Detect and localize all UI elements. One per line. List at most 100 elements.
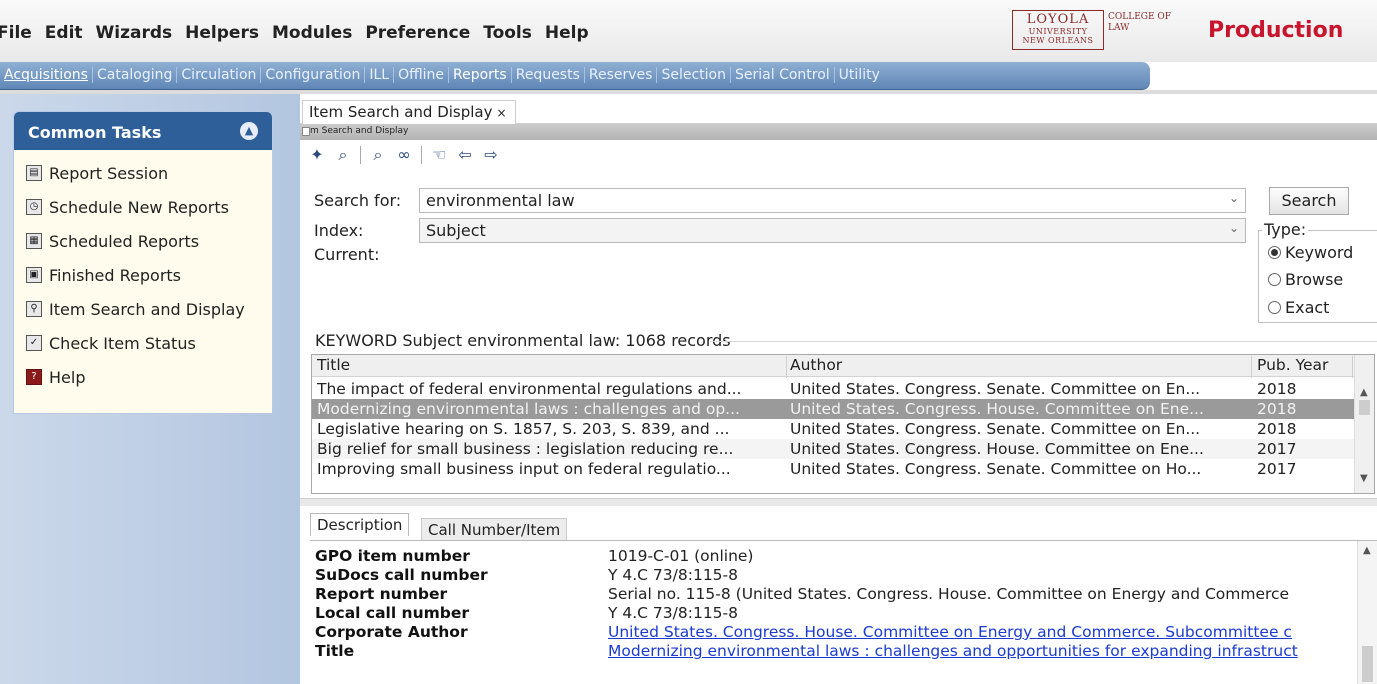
task-label: Check Item Status <box>49 333 196 353</box>
binoculars-add-icon[interactable]: ✦ <box>306 144 328 166</box>
detail-key: SuDocs call number <box>315 566 488 584</box>
task-label: Help <box>49 367 86 387</box>
detail-row: GPO item number 1019-C-01 (online) <box>315 547 1350 566</box>
task-label: Scheduled Reports <box>49 231 200 251</box>
task-label: Finished Reports <box>49 265 182 285</box>
menu-file[interactable]: File <box>0 23 32 43</box>
tab-call-number-item[interactable]: Call Number/Item <box>421 518 568 541</box>
glasses-icon[interactable]: ∞ <box>393 144 415 166</box>
cell-author: United States. Congress. Senate. Committ… <box>790 460 1202 478</box>
binoculars-icon[interactable]: ⌕ <box>332 144 354 166</box>
index-select-value: Subject <box>426 221 486 240</box>
detail-key: Title <box>315 642 355 660</box>
scroll-thumb[interactable] <box>1359 400 1370 415</box>
module-selection[interactable]: Selection <box>657 67 731 83</box>
environment-label: Production <box>1208 18 1344 43</box>
type-exact-radio[interactable]: Exact <box>1268 298 1329 317</box>
forward-arrow-icon[interactable]: ⇨ <box>480 144 502 166</box>
task-check-item-status[interactable]: ✓ Check Item Status <box>14 326 272 360</box>
task-scheduled-reports[interactable]: ▦ Scheduled Reports <box>14 224 272 258</box>
detail-key: Local call number <box>315 604 470 622</box>
hand-icon[interactable]: ☜ <box>428 144 450 166</box>
radio-icon <box>1268 273 1281 286</box>
tab-item-search[interactable]: Item Search and Display × <box>302 100 516 124</box>
scroll-up-icon[interactable]: ▲ <box>1363 545 1371 556</box>
logo-college: COLLEGE OF <box>1108 12 1172 22</box>
module-reports[interactable]: Reports <box>449 67 512 83</box>
report-session-icon: ▤ <box>26 165 42 181</box>
chevron-down-icon[interactable]: ⌄ <box>1229 191 1239 205</box>
common-tasks-panel: Common Tasks ▲ ▤ Report Session ◷ Schedu… <box>13 111 273 414</box>
finished-reports-icon: ▣ <box>26 267 42 283</box>
collapse-icon[interactable]: ▲ <box>240 122 258 140</box>
chevron-down-icon[interactable]: ⌄ <box>1229 221 1239 235</box>
task-finished-reports[interactable]: ▣ Finished Reports <box>14 258 272 292</box>
task-item-search[interactable]: ⚲ Item Search and Display <box>14 292 272 326</box>
description-scrollbar[interactable]: ▲ <box>1357 541 1377 684</box>
index-label: Index: <box>314 221 364 240</box>
table-row[interactable]: Improving small business input on federa… <box>312 459 1355 479</box>
scheduled-reports-icon: ▦ <box>26 233 42 249</box>
module-circulation[interactable]: Circulation <box>177 67 262 83</box>
common-tasks-header[interactable]: Common Tasks ▲ <box>14 112 272 150</box>
title-link[interactable]: Modernizing environmental laws : challen… <box>608 642 1298 660</box>
column-header-author[interactable]: Author <box>790 356 1252 378</box>
cell-author: United States. Congress. Senate. Committ… <box>790 380 1201 398</box>
table-row-selected[interactable]: Modernizing environmental laws : challen… <box>312 399 1355 419</box>
menu-edit[interactable]: Edit <box>45 23 83 43</box>
cell-year: 2017 <box>1257 440 1297 458</box>
detail-row: Corporate Author United States. Congress… <box>315 623 1350 642</box>
schedule-icon: ◷ <box>26 199 42 215</box>
menu-wizards[interactable]: Wizards <box>96 23 173 43</box>
binoculars-list-icon[interactable]: ⌕ <box>367 144 389 166</box>
module-acquisitions[interactable]: Acquisitions <box>0 67 93 83</box>
splitter[interactable] <box>300 498 1377 506</box>
module-reserves[interactable]: Reserves <box>585 67 658 83</box>
module-configuration[interactable]: Configuration <box>261 67 366 83</box>
radio-label: Exact <box>1285 298 1330 317</box>
scroll-thumb[interactable] <box>1362 646 1373 682</box>
cell-title: Modernizing environmental laws : challen… <box>317 400 740 418</box>
table-row[interactable]: Legislative hearing on S. 1857, S. 203, … <box>312 419 1355 439</box>
scroll-down-icon[interactable]: ▼ <box>1360 473 1368 484</box>
menu-tools[interactable]: Tools <box>483 23 532 43</box>
back-arrow-icon[interactable]: ⇦ <box>454 144 476 166</box>
column-header-pub-year[interactable]: Pub. Year <box>1257 356 1353 378</box>
table-header: Title Author Pub. Year <box>312 355 1355 378</box>
detail-row: Report number Serial no. 115-8 (United S… <box>315 585 1350 604</box>
search-button[interactable]: Search <box>1269 187 1349 215</box>
module-ill[interactable]: ILL <box>365 67 395 83</box>
cell-year: 2018 <box>1257 380 1297 398</box>
scroll-up-icon[interactable]: ▲ <box>1360 387 1368 398</box>
close-icon[interactable]: × <box>497 106 507 120</box>
detail-value: Serial no. 115-8 (United States. Congres… <box>608 585 1290 603</box>
search-input-value: environmental law <box>426 191 575 210</box>
table-row[interactable]: The impact of federal environmental regu… <box>312 379 1355 399</box>
module-serial-control[interactable]: Serial Control <box>731 67 835 83</box>
menu-help[interactable]: Help <box>545 23 589 43</box>
type-keyword-radio[interactable]: Keyword <box>1268 243 1353 262</box>
task-report-session[interactable]: ▤ Report Session <box>14 156 272 190</box>
detail-value: Y 4.C 73/8:115-8 <box>608 566 739 584</box>
type-browse-radio[interactable]: Browse <box>1268 270 1343 289</box>
module-offline[interactable]: Offline <box>394 67 450 83</box>
search-for-label: Search for: <box>314 191 402 210</box>
task-schedule-new-reports[interactable]: ◷ Schedule New Reports <box>14 190 272 224</box>
menu-helpers[interactable]: Helpers <box>185 23 259 43</box>
menu-modules[interactable]: Modules <box>272 23 352 43</box>
current-label: Current: <box>314 245 380 264</box>
table-row[interactable]: Big relief for small business : legislat… <box>312 439 1355 459</box>
tab-description[interactable]: Description <box>310 513 410 536</box>
index-select[interactable]: Subject ⌄ <box>419 218 1246 243</box>
radio-icon <box>1268 301 1281 314</box>
module-requests[interactable]: Requests <box>512 67 585 83</box>
task-help[interactable]: ? Help <box>14 360 272 394</box>
module-cataloging[interactable]: Cataloging <box>93 67 178 83</box>
search-input[interactable]: environmental law ⌄ <box>419 188 1246 213</box>
results-scrollbar[interactable]: ▲ ▼ <box>1354 355 1374 493</box>
column-header-title[interactable]: Title <box>317 356 787 378</box>
corporate-author-link[interactable]: United States. Congress. House. Committe… <box>608 623 1292 641</box>
toolbar-separator <box>360 146 361 164</box>
module-utility[interactable]: Utility <box>835 67 884 83</box>
menu-preference[interactable]: Preference <box>365 23 470 43</box>
